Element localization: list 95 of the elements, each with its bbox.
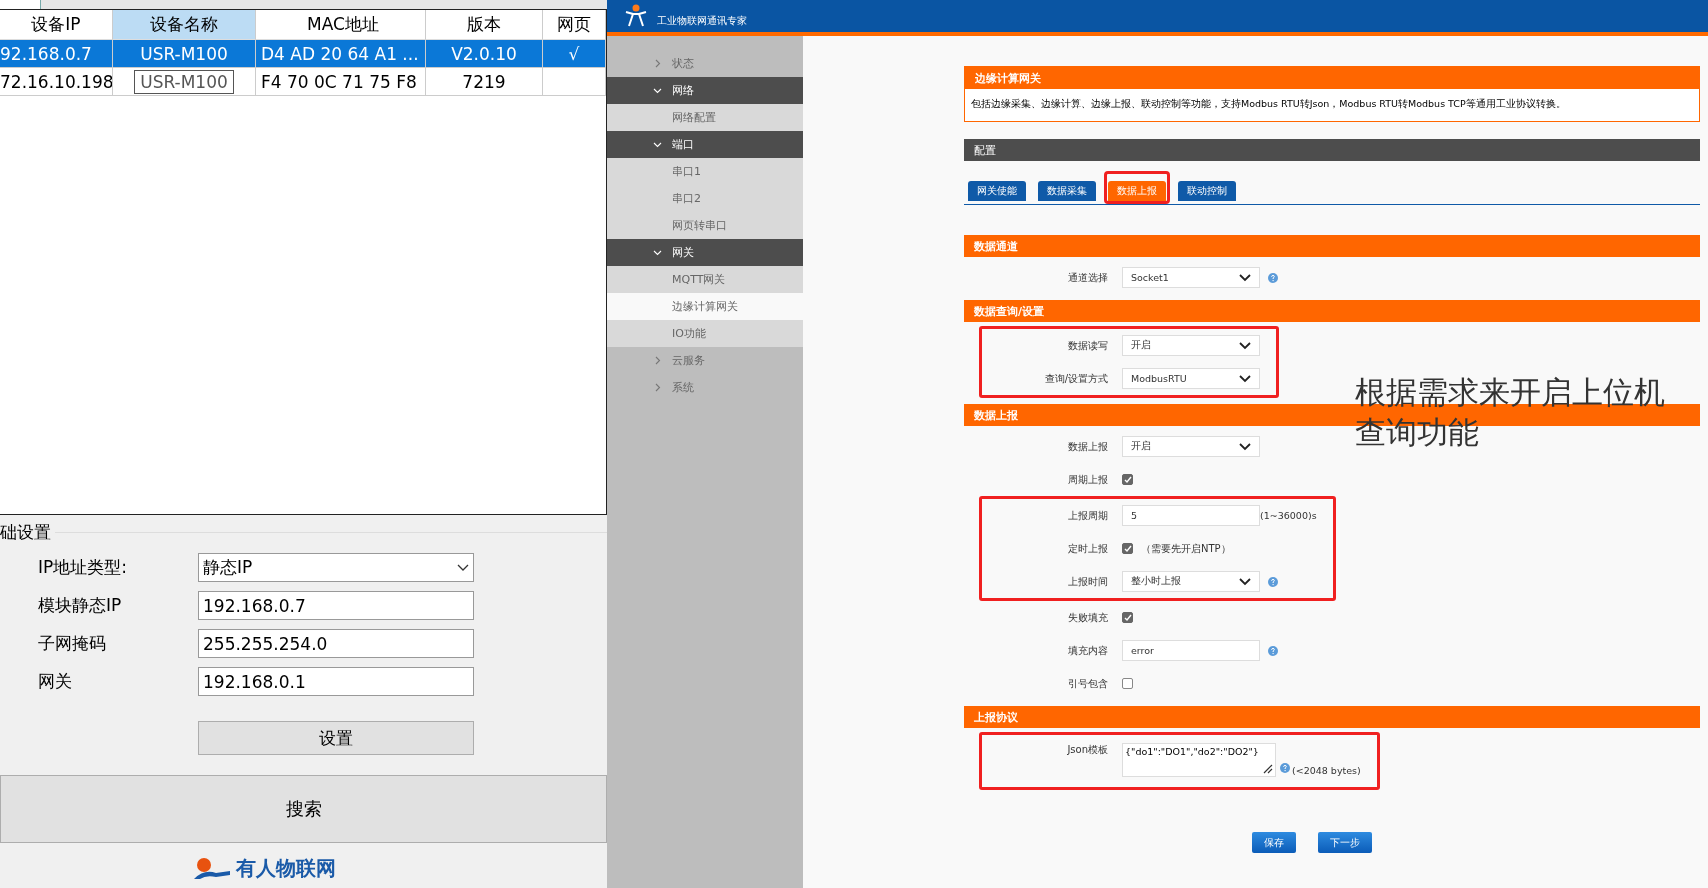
checkbox[interactable] (1122, 612, 1133, 623)
dropdown[interactable]: 开启 (1122, 436, 1260, 457)
field-label: Json模板 (1066, 743, 1109, 757)
section-title: 上报协议 (964, 706, 1700, 728)
checkbox[interactable] (1122, 678, 1133, 689)
chevron-down-icon (653, 140, 662, 149)
dropdown[interactable]: 整小时上报 (1122, 571, 1260, 592)
dropdown[interactable]: 开启 (1122, 335, 1260, 356)
nav-item[interactable]: MQTT网关 (607, 266, 803, 293)
nav-item[interactable]: 串口2 (607, 185, 803, 212)
nav-item[interactable]: 网络配置 (607, 104, 803, 131)
table-row[interactable]: 92.168.0.7 USR-M100 D4 AD 20 64 A1 ... V2.0.10 √ (0, 40, 606, 68)
action-button[interactable]: 下一步 (1318, 832, 1372, 853)
checkbox[interactable] (1122, 543, 1133, 554)
chevron-down-icon (1239, 374, 1251, 383)
hint-text: （需要先开启NTP） (1141, 541, 1231, 556)
field-label: 失败填充 (1067, 610, 1109, 625)
field-label: IP地址类型: (37, 556, 128, 579)
column-header[interactable]: 版本 (426, 10, 543, 40)
chevron-down-icon (1239, 341, 1251, 350)
field-label: 数据读写 (1067, 338, 1109, 353)
chevron-down-icon (457, 563, 469, 572)
logo-text: 有人物联网 (235, 857, 336, 879)
ip-type-dropdown[interactable]: 静态IP (198, 553, 474, 582)
search-button[interactable]: 搜索 (0, 775, 607, 843)
action-button[interactable]: 保存 (1252, 832, 1296, 853)
field-label: 通道选择 (1067, 270, 1109, 285)
section-title: 边缘计算网关 (965, 67, 1699, 89)
field-label: 周期上报 (1067, 472, 1109, 487)
field-label: 网关 (37, 670, 73, 693)
resize-grip-icon (1263, 764, 1273, 774)
help-icon[interactable] (1280, 763, 1290, 773)
column-header[interactable]: 设备名称 (113, 10, 256, 40)
field-label: 上报时间 (1067, 574, 1109, 589)
help-icon[interactable] (1268, 645, 1278, 656)
table-cell: √ (568, 43, 580, 64)
input-field[interactable]: 5 (1122, 505, 1260, 526)
table-cell: 72.16.10.198 (0, 71, 112, 92)
field-label: 填充内容 (1067, 643, 1109, 658)
nav-item[interactable]: 边缘计算网关 (607, 293, 803, 320)
chevron-down-icon (1239, 577, 1251, 586)
tab[interactable]: 网关使能 (968, 181, 1026, 201)
checkbox[interactable] (1122, 474, 1133, 485)
help-icon[interactable] (1268, 272, 1278, 283)
table-cell: USR-M100 (134, 69, 234, 94)
nav-item[interactable]: 串口1 (607, 158, 803, 185)
table-cell: 7219 (462, 71, 506, 92)
chevron-down-icon (653, 86, 662, 95)
chevron-right-icon (653, 383, 662, 392)
field-label: 子网掩码 (37, 632, 107, 655)
column-header[interactable]: MAC地址 (256, 10, 426, 40)
dropdown[interactable]: Socket1 (1122, 267, 1260, 288)
input-field[interactable]: error (1122, 640, 1260, 661)
range-hint: (<2048 bytes) (1292, 765, 1361, 776)
nav-group[interactable]: 网络 (607, 77, 803, 104)
section-title: 数据通道 (964, 235, 1700, 257)
set-button[interactable]: 设置 (198, 721, 474, 755)
table-cell: USR-M100 (140, 43, 228, 64)
help-icon[interactable] (1268, 576, 1278, 587)
field-label: 上报周期 (1067, 508, 1109, 523)
column-header[interactable]: 网页 (543, 10, 606, 40)
chevron-down-icon (1239, 442, 1251, 451)
range-hint: (1~36000)s (1260, 510, 1317, 521)
field-label: 引号包含 (1067, 676, 1109, 691)
table-row[interactable]: 72.16.10.198 USR-M100 F4 70 0C 71 75 F8 7219 (0, 68, 606, 96)
nav-item[interactable]: IO功能 (607, 320, 803, 347)
column-header[interactable]: 设备IP (0, 10, 113, 40)
field-label: 模块静态IP (37, 594, 123, 617)
nav-item[interactable]: 网页转串口 (607, 212, 803, 239)
group-title: 础设置 (0, 521, 51, 544)
description: 包括边缘采集、边缘计算、边缘上报、联动控制等功能，支持Modbus RTU转Json，Modbus RTU转Modbus TCP等通用工业协议转换。 (970, 97, 1567, 111)
chevron-right-icon (653, 59, 662, 68)
input-field[interactable]: 255.255.254.0 (198, 629, 474, 658)
chevron-down-icon (653, 248, 662, 257)
tab[interactable]: 数据采集 (1038, 181, 1096, 201)
input-field[interactable]: 192.168.0.1 (198, 667, 474, 696)
field-label: 定时上报 (1067, 541, 1109, 556)
dropdown[interactable]: ModbusRTU (1122, 368, 1260, 389)
table-cell: 92.168.0.7 (0, 43, 92, 64)
field-label: 数据上报 (1067, 439, 1109, 454)
table-cell: D4 AD 20 64 A1 ... (261, 43, 419, 64)
nav-group[interactable]: 网关 (607, 239, 803, 266)
tagline: 工业物联网通讯专家 (657, 14, 747, 28)
section-title: 数据查询/设置 (964, 300, 1700, 322)
nav-group[interactable]: 端口 (607, 131, 803, 158)
section-title: 配置 (964, 139, 1700, 161)
chevron-right-icon (653, 356, 662, 365)
tab[interactable]: 联动控制 (1178, 181, 1236, 201)
chevron-down-icon (1239, 273, 1251, 282)
person-logo-icon (623, 4, 649, 28)
input-field[interactable]: 192.168.0.7 (198, 591, 474, 620)
field-label: 查询/设置方式 (1043, 371, 1109, 386)
text-area[interactable]: {"do1":"DO1","do2":"DO2"} (1122, 743, 1276, 777)
table-cell: F4 70 0C 71 75 F8 (261, 71, 417, 92)
table-cell: V2.0.10 (451, 43, 517, 64)
